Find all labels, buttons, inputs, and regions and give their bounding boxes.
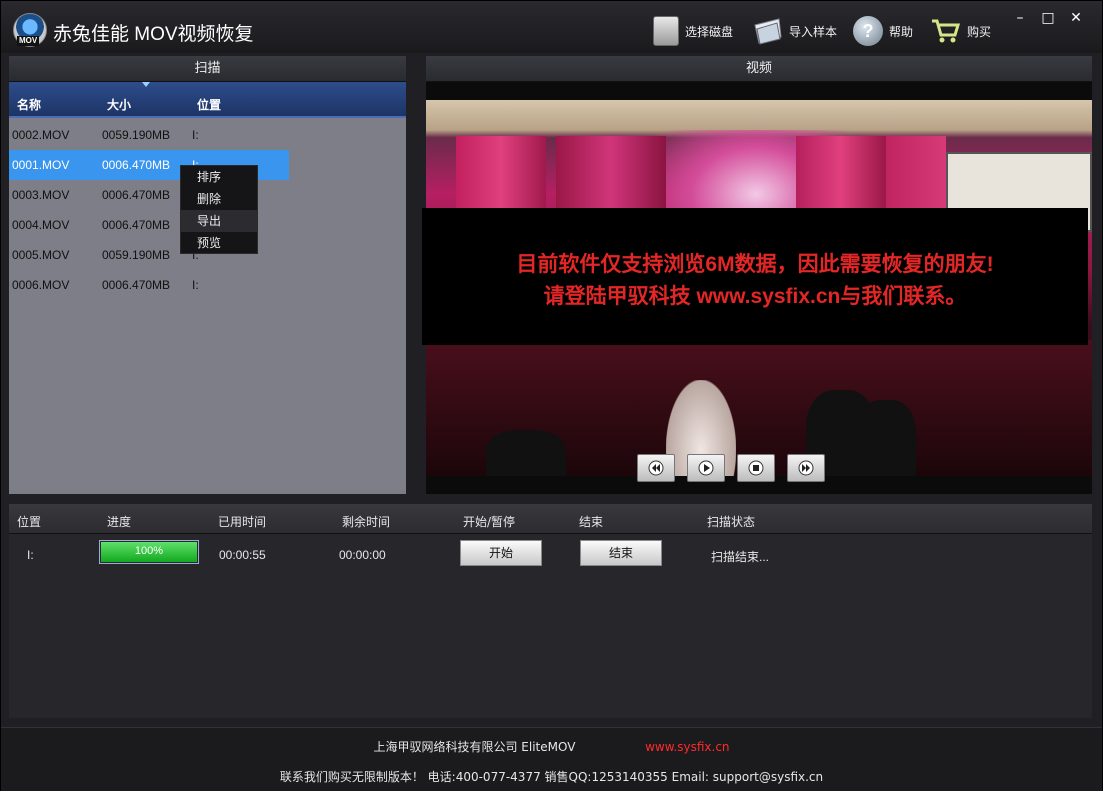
stop-icon <box>748 460 764 476</box>
start-button[interactable]: 开始 <box>460 540 542 566</box>
select-disk-button[interactable]: 选择磁盘 <box>653 15 733 47</box>
buy-label: 购买 <box>967 24 992 39</box>
file-size: 0006.470MB <box>102 158 171 172</box>
context-menu-preview[interactable]: 预览 <box>181 232 257 254</box>
file-name: 0005.MOV <box>12 248 70 262</box>
task-col-progress: 进度 <box>107 515 132 529</box>
file-row[interactable]: 0002.MOV 0059.190MB I: <box>9 120 406 150</box>
footer-company: 上海甲驭网络科技有限公司 EliteMOV <box>373 740 576 754</box>
column-location[interactable]: 位置 <box>197 96 221 113</box>
play-icon <box>698 460 714 476</box>
file-list-header: 名称 大小 位置 <box>9 82 406 118</box>
file-name: 0006.MOV <box>12 278 70 292</box>
minimize-button[interactable]: – <box>1007 7 1033 29</box>
elapsed-time: 00:00:55 <box>219 548 266 562</box>
end-button[interactable]: 结束 <box>580 540 662 566</box>
file-size: 0059.190MB <box>102 128 171 142</box>
task-header: 位置 进度 已用时间 剩余时间 开始/暂停 结束 扫描状态 <box>9 504 1092 534</box>
rewind-button[interactable] <box>637 454 675 482</box>
notice-line-1: 目前软件仅支持浏览6M数据，因此需要恢复的朋友! <box>516 253 994 276</box>
app-title: 赤兔佳能 MOV视频恢复 <box>53 24 254 45</box>
footer-contact: 联系我们购买无限制版本！ 电话:400-077-4377 销售QQ:125314… <box>279 770 824 784</box>
fast-forward-button[interactable] <box>787 454 825 482</box>
help-label: 帮助 <box>889 24 914 39</box>
column-name[interactable]: 名称 <box>17 96 41 113</box>
guest-figure <box>856 400 916 476</box>
app-window: MOV 赤兔佳能 MOV视频恢复 选择磁盘 导入样本 ? 帮助 购买 – □ ✕… <box>0 0 1103 791</box>
stop-button[interactable] <box>737 454 775 482</box>
guest-figure <box>486 430 566 476</box>
task-col-end: 结束 <box>579 515 604 529</box>
file-location: I: <box>192 128 199 142</box>
task-col-remaining: 剩余时间 <box>342 515 391 529</box>
file-name: 0004.MOV <box>12 218 70 232</box>
file-size: 0006.470MB <box>102 188 171 202</box>
column-size[interactable]: 大小 <box>107 96 131 113</box>
maximize-button[interactable]: □ <box>1035 7 1061 29</box>
scan-status: 扫描结束... <box>711 550 770 564</box>
footer-website-link[interactable]: www.sysfix.cn <box>645 740 729 754</box>
task-col-status: 扫描状态 <box>707 515 756 529</box>
app-logo-icon: MOV <box>13 13 47 47</box>
help-button[interactable]: ? 帮助 <box>853 15 913 47</box>
player-controls <box>637 454 825 482</box>
play-button[interactable] <box>687 454 725 482</box>
task-col-location: 位置 <box>17 515 42 529</box>
folder-icon <box>754 18 782 45</box>
file-name: 0001.MOV <box>12 158 70 172</box>
scan-panel-title: 扫描 <box>9 56 406 82</box>
file-size: 0006.470MB <box>102 278 171 292</box>
help-icon: ? <box>853 16 883 46</box>
progress-bar: 100% <box>99 540 199 564</box>
cart-icon <box>932 19 961 43</box>
footer-line-1: 上海甲驭网络科技有限公司 EliteMOV www.sysfix.cn <box>1 738 1102 755</box>
file-size: 0059.190MB <box>102 248 171 262</box>
sort-arrow-icon <box>142 82 150 87</box>
task-panel: 位置 进度 已用时间 剩余时间 开始/暂停 结束 扫描状态 I: 100% 00… <box>9 504 1092 718</box>
scan-panel: 扫描 名称 大小 位置 0002.MOV 0059.190MB I: 0001.… <box>9 56 406 494</box>
file-location: I: <box>192 278 199 292</box>
rewind-icon <box>648 460 664 476</box>
context-menu-delete[interactable]: 删除 <box>181 188 257 210</box>
context-menu-export[interactable]: 导出 <box>181 210 257 232</box>
task-col-start-pause: 开始/暂停 <box>463 515 516 529</box>
close-button[interactable]: ✕ <box>1063 7 1089 29</box>
trial-notice: 目前软件仅支持浏览6M数据，因此需要恢复的朋友! 请登陆甲驭科技 www.sys… <box>422 208 1088 345</box>
file-name: 0003.MOV <box>12 188 70 202</box>
file-row[interactable]: 0006.MOV 0006.470MB I: <box>9 270 406 300</box>
video-panel-title: 视频 <box>426 56 1092 82</box>
import-sample-label: 导入样本 <box>789 24 838 39</box>
context-menu-sort[interactable]: 排序 <box>181 166 257 188</box>
buy-button[interactable]: 购买 <box>931 15 991 47</box>
file-size: 0006.470MB <box>102 218 171 232</box>
file-name: 0002.MOV <box>12 128 70 142</box>
task-col-elapsed: 已用时间 <box>218 515 267 529</box>
progress-label: 100% <box>134 545 164 557</box>
disk-icon <box>653 16 679 46</box>
title-bar[interactable]: MOV 赤兔佳能 MOV视频恢复 选择磁盘 导入样本 ? 帮助 购买 – □ ✕ <box>1 1 1102 53</box>
remaining-time: 00:00:00 <box>339 548 386 562</box>
footer: 上海甲驭网络科技有限公司 EliteMOV www.sysfix.cn 联系我们… <box>1 727 1102 791</box>
task-row: I: 100% 00:00:55 00:00:00 开始 结束 扫描结束... <box>9 534 1092 574</box>
context-menu: 排序 删除 导出 预览 <box>180 165 258 254</box>
logo-tag: MOV <box>17 36 40 46</box>
task-location: I: <box>27 548 34 562</box>
fast-forward-icon <box>798 460 814 476</box>
notice-line-2: 请登陆甲驭科技 www.sysfix.cn与我们联系。 <box>543 285 967 308</box>
import-sample-button[interactable]: 导入样本 <box>753 15 837 47</box>
select-disk-label: 选择磁盘 <box>685 24 734 39</box>
